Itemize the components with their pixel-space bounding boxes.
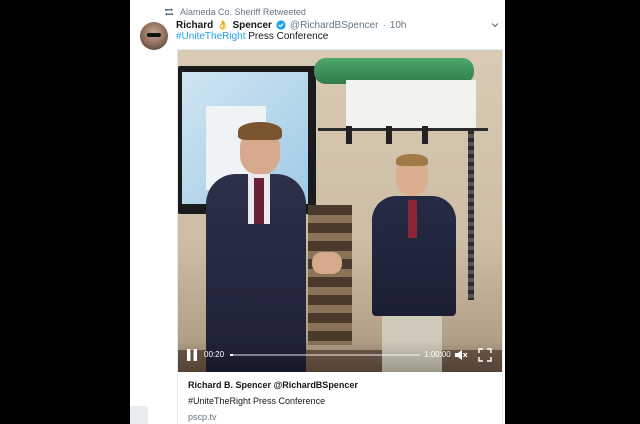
author-name-first[interactable]: Richard xyxy=(176,20,213,31)
separator-dot: · xyxy=(382,19,386,31)
avatar[interactable] xyxy=(140,22,168,50)
video-duration: 1:00:00 xyxy=(424,350,451,359)
verified-badge-icon xyxy=(276,20,286,30)
hashtag-link[interactable]: #UniteTheRight xyxy=(176,31,245,42)
tweet-timestamp[interactable]: 10h xyxy=(390,20,407,31)
standing-figure xyxy=(368,150,458,372)
author-handle[interactable]: @RichardBSpencer xyxy=(290,20,379,31)
tweet-text: #UniteTheRight Press Conference xyxy=(176,31,328,42)
video-controls: 00:20 1:00:00 xyxy=(178,340,502,372)
video-player[interactable]: 00:20 1:00:00 xyxy=(177,49,503,372)
retweet-icon xyxy=(165,8,173,16)
side-widget[interactable] xyxy=(130,406,148,424)
card-description: #UniteTheRight Press Conference xyxy=(188,396,326,406)
video-progress-bar[interactable] xyxy=(230,354,420,356)
fullscreen-icon[interactable] xyxy=(478,348,492,362)
author-row: Richard 👌 Spencer @RichardBSpencer · 10h xyxy=(176,18,406,32)
mute-icon[interactable] xyxy=(454,348,468,362)
video-progress-fill xyxy=(230,354,233,356)
link-card[interactable]: Richard B. Spencer @RichardBSpencer #Uni… xyxy=(177,372,503,424)
retweet-context: Alameda Co. Sheriff Retweeted xyxy=(164,6,306,18)
card-domain[interactable]: pscp.tv xyxy=(188,412,217,422)
speaker-figure xyxy=(202,122,342,372)
ok-hand-emoji-icon: 👌 xyxy=(217,19,229,30)
tweet-card[interactable]: Alameda Co. Sheriff Retweeted Richard 👌 … xyxy=(130,0,505,424)
card-title[interactable]: Richard B. Spencer @RichardBSpencer xyxy=(188,380,358,390)
chevron-down-icon[interactable] xyxy=(490,20,500,30)
pause-icon[interactable] xyxy=(186,348,198,362)
video-current-time: 00:20 xyxy=(204,350,225,359)
author-name-last[interactable]: Spencer xyxy=(232,20,271,31)
tweet-body: Press Conference xyxy=(245,31,329,42)
retweet-label[interactable]: Alameda Co. Sheriff Retweeted xyxy=(180,7,306,17)
